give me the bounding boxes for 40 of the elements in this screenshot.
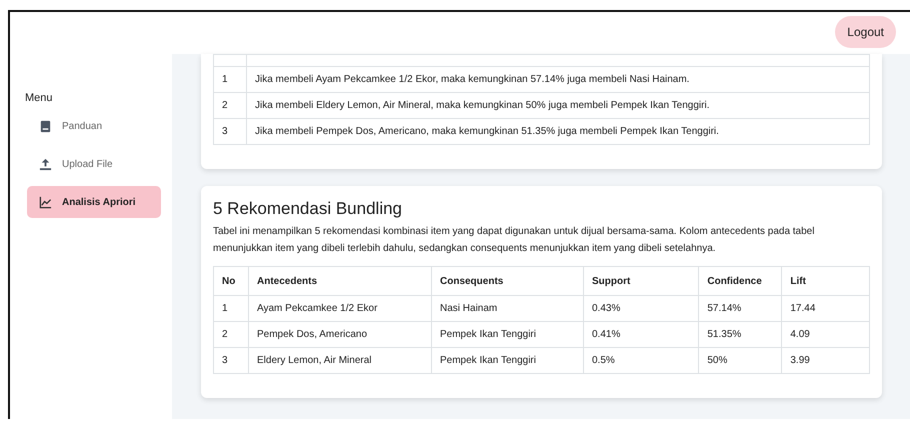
table-cell: Jika membeli Ayam Pekcamkee 1/2 Ekor, maka kemungkinan 57.14% juga membeli Nasi Hainam. xyxy=(246,66,870,92)
table-cell: Ayam Pekcamkee 1/2 Ekor xyxy=(248,296,432,322)
upload-icon xyxy=(39,158,52,170)
sidebar-item[interactable]: Analisis Apriori xyxy=(27,186,161,218)
table-cell: Eldery Lemon, Air Mineral xyxy=(248,348,432,374)
table-cell: 2 xyxy=(214,322,248,348)
column-header: No xyxy=(214,266,248,296)
sidebar-item[interactable]: Panduan xyxy=(27,110,161,142)
table-cell: 57.14% xyxy=(698,296,782,322)
column-header: Lift xyxy=(782,266,870,296)
table-cell: 0.43% xyxy=(584,296,699,322)
sidebar-item[interactable]: Upload File xyxy=(27,148,161,180)
table-cell: 50% xyxy=(698,348,782,374)
table-cell: Pempek Ikan Tenggiri xyxy=(432,348,584,374)
table-cell: 51.35% xyxy=(698,322,782,348)
column-header: Confidence xyxy=(698,266,782,296)
book-icon xyxy=(39,120,52,132)
menu-title: Menu xyxy=(25,92,54,104)
table-cell: Jika membeli Eldery Lemon, Air Mineral, maka kemungkinan 50% juga membeli Pempek Ikan Tenggiri. xyxy=(246,92,870,118)
line-chart-icon xyxy=(39,196,52,208)
table-cell: 0.41% xyxy=(584,322,699,348)
table-cell: Nasi Hainam xyxy=(432,296,584,322)
table-cell: 0.5% xyxy=(584,348,699,374)
table-cell: 2 xyxy=(214,92,246,118)
description: Tabel ini menampilkan 5 rekomendasi kombinasi item yang dapat digunakan untuk dijual bersama-sama. Kolom antecedents pada tabel menunjukkan item yang dibeli terlebih dahulu, sedangkan consequents menunjukkan item yang dibeli setelahnya. xyxy=(213,225,816,256)
table-cell: Pempek Dos, Americano xyxy=(248,322,432,348)
section-title: 5 Rekomendasi Bundling xyxy=(213,199,404,219)
table-cell: 3 xyxy=(214,118,246,144)
table-cell: 17.44 xyxy=(782,296,870,322)
table-cell: 1 xyxy=(214,296,248,322)
column-header: Support xyxy=(584,266,699,296)
column-header: Consequents xyxy=(432,266,584,296)
column-header: Antecedents xyxy=(248,266,432,296)
table-cell: Jika membeli Pempek Dos, Americano, maka kemungkinan 51.35% juga membeli Pempek Ikan Tenggiri. xyxy=(246,118,870,144)
logout-button[interactable]: Logout xyxy=(835,16,896,48)
table-cell: 1 xyxy=(214,66,246,92)
table-cell: 3.99 xyxy=(782,348,870,374)
table-cell: 3 xyxy=(214,348,248,374)
table-cell: 4.09 xyxy=(782,322,870,348)
table-cell: Pempek Ikan Tenggiri xyxy=(432,322,584,348)
